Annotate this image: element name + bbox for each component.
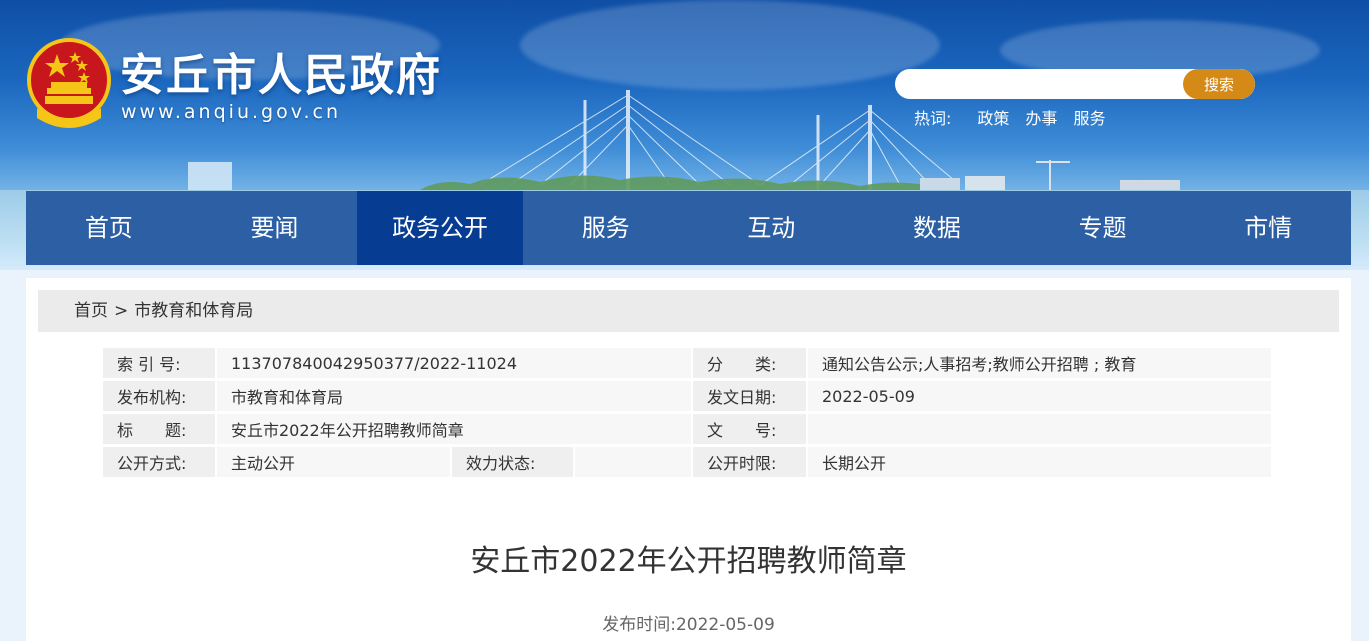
main-content: 首页 > 市教育和体育局 索 引 号: 113707840042950377/202…: [26, 278, 1351, 641]
nav-item-city-info[interactable]: 市情: [1185, 191, 1351, 265]
nav-item-news[interactable]: 要闻: [192, 191, 358, 265]
publisher-value: 市教育和体育局: [217, 381, 693, 411]
index-no-label: 索 引 号:: [103, 348, 217, 378]
hot-words-label: 热词:: [914, 109, 952, 128]
open-period-value: 长期公开: [808, 447, 1273, 477]
nav-item-government-affairs[interactable]: 政务公开: [357, 191, 523, 265]
validity-value: [575, 447, 693, 477]
doc-no-label: 文 号:: [693, 414, 808, 444]
publish-time-value: 2022-05-09: [675, 615, 775, 635]
document-metadata-table: 索 引 号: 113707840042950377/2022-11024 分 类…: [103, 345, 1273, 480]
category-value: 通知公告公示;人事招考;教师公开招聘 ; 教育: [808, 348, 1273, 378]
category-label: 分 类:: [693, 348, 808, 378]
metadata-row: 标 题: 安丘市2022年公开招聘教师简章 文 号:: [103, 414, 1273, 444]
breadcrumb: 首页 > 市教育和体育局: [38, 290, 1339, 332]
metadata-row: 公开方式: 主动公开 效力状态: 公开时限: 长期公开: [103, 447, 1273, 477]
nav-item-services[interactable]: 服务: [523, 191, 689, 265]
article-title: 安丘市2022年公开招聘教师简章: [470, 544, 907, 579]
index-no-value: 113707840042950377/2022-11024: [217, 348, 693, 378]
breadcrumb-home[interactable]: 首页: [74, 301, 108, 321]
title-label: 标 题:: [103, 414, 217, 444]
publisher-label: 发布机构:: [103, 381, 217, 411]
hot-word-service[interactable]: 服务: [1073, 105, 1105, 129]
site-title: 安丘市人民政府: [120, 50, 442, 101]
nav-item-data[interactable]: 数据: [854, 191, 1020, 265]
breadcrumb-separator: >: [114, 301, 129, 321]
publish-time-label: 发布时间:: [602, 615, 676, 635]
hot-word-policy[interactable]: 政策: [977, 105, 1009, 129]
breadcrumb-current[interactable]: 市教育和体育局: [134, 301, 253, 321]
search-bar: 搜索: [895, 69, 1255, 99]
search-input[interactable]: [895, 69, 1180, 99]
national-emblem-icon: [27, 38, 111, 128]
title-value: 安丘市2022年公开招聘教师简章: [217, 414, 693, 444]
site-url: www.anqiu.gov.cn: [121, 101, 342, 123]
validity-label: 效力状态:: [452, 447, 575, 477]
nav-item-home[interactable]: 首页: [26, 191, 192, 265]
nav-item-interaction[interactable]: 互动: [689, 191, 855, 265]
hot-words: 热词: 政策 办事 服务: [914, 105, 1121, 129]
open-mode-value: 主动公开: [217, 447, 452, 477]
issue-date-label: 发文日期:: [693, 381, 808, 411]
nav-item-topics[interactable]: 专题: [1020, 191, 1186, 265]
doc-no-value: [808, 414, 1273, 444]
metadata-row: 发布机构: 市教育和体育局 发文日期: 2022-05-09: [103, 381, 1273, 411]
publish-time: 发布时间:2022-05-09: [26, 610, 1351, 635]
issue-date-value: 2022-05-09: [808, 381, 1273, 411]
search-button[interactable]: 搜索: [1183, 69, 1255, 99]
main-nav: 首页 要闻 政务公开 服务 互动 数据 专题 市情: [26, 191, 1351, 265]
open-mode-label: 公开方式:: [103, 447, 217, 477]
metadata-row: 索 引 号: 113707840042950377/2022-11024 分 类…: [103, 348, 1273, 378]
hot-word-affairs[interactable]: 办事: [1025, 105, 1057, 129]
open-period-label: 公开时限:: [693, 447, 808, 477]
